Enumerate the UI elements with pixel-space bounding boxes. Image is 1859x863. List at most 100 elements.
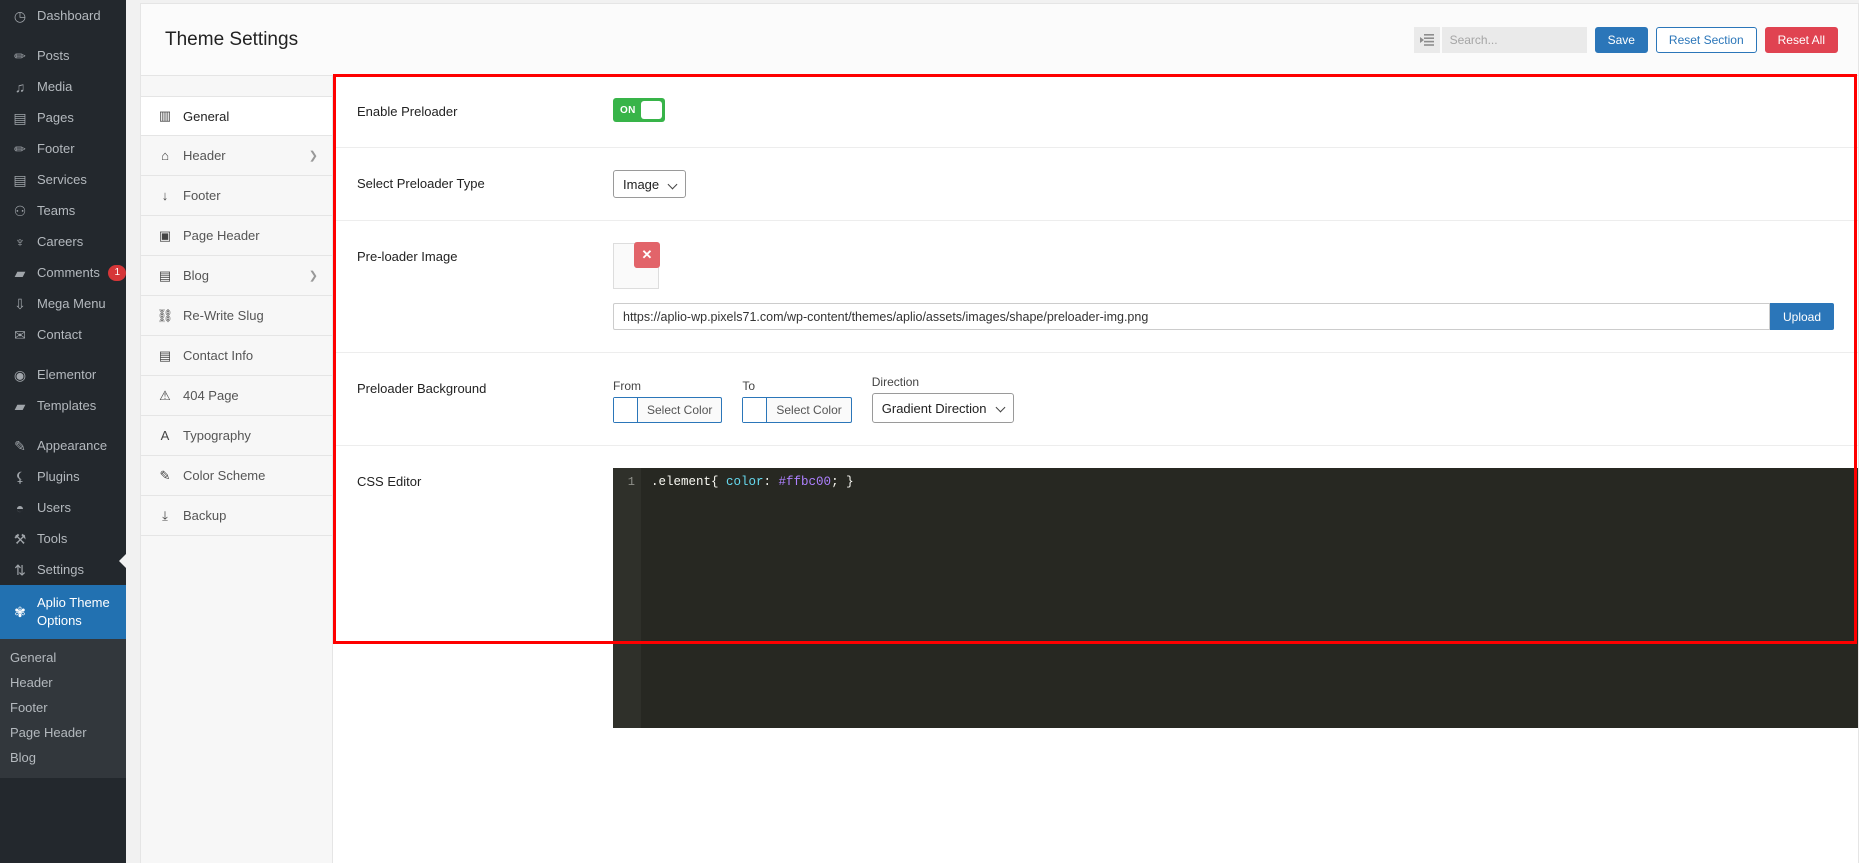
sidebar-item-label: Plugins: [37, 469, 80, 484]
sidebar-item-posts[interactable]: ✏ Posts: [0, 40, 126, 71]
preloader-image-thumbnail: ✕: [613, 242, 660, 289]
gradient-direction-group: Direction Gradient Direction: [871, 375, 1014, 423]
preloader-type-select[interactable]: Image: [613, 170, 687, 198]
theme-settings-panel: Theme Settings Save Reset Section: [140, 3, 1859, 863]
gradient-from-group: From Select Color: [613, 379, 723, 423]
pin-icon: ✏: [14, 140, 26, 157]
sidebar-item-label: Pages: [37, 110, 74, 125]
gradient-from-label: From: [613, 379, 641, 393]
sidebar-item-templates[interactable]: ▰ Templates: [0, 390, 126, 421]
tab-label: Typography: [183, 428, 251, 443]
search-input[interactable]: [1441, 26, 1587, 53]
sidebar-item-aplio-theme-options[interactable]: ✾ Aplio Theme Options: [0, 585, 126, 639]
sidebar-item-plugins[interactable]: ⚸ Plugins: [0, 461, 126, 492]
tab-footer[interactable]: ↓ Footer: [141, 176, 332, 216]
sidebar-item-label: Settings: [37, 562, 84, 577]
field-label: Select Preloader Type: [357, 176, 485, 191]
tab-page-header[interactable]: ▣ Page Header: [141, 216, 332, 256]
sidebar-item-label: Tools: [37, 531, 68, 546]
field-css-editor: CSS Editor 1 .element{ color: #ffbc00; }: [333, 446, 1858, 728]
gradient-direction-select[interactable]: Gradient Direction: [871, 393, 1014, 423]
tab-label: Footer: [183, 188, 221, 203]
reset-all-button[interactable]: Reset All: [1764, 26, 1838, 53]
tab-contact-info[interactable]: ▤ Contact Info: [141, 336, 332, 376]
sidebar-item-elementor[interactable]: ◉ Elementor: [0, 359, 126, 390]
plug-icon: ⚸: [14, 468, 26, 485]
sidebar-item-tools[interactable]: ⚒ Tools: [0, 523, 126, 554]
enable-preloader-toggle[interactable]: ON: [613, 98, 665, 122]
user-icon: ◓: [15, 499, 25, 516]
css-tail-token: ; }: [831, 475, 854, 489]
tab-backup[interactable]: ⤓ Backup: [141, 496, 332, 536]
sidebar-item-comments[interactable]: ▰ Comments 1: [0, 257, 126, 288]
submenu-item-general[interactable]: General: [0, 645, 126, 670]
list-icon: ▤: [13, 171, 27, 188]
sidebar-item-services[interactable]: ▤ Services: [0, 164, 126, 195]
tab-blog[interactable]: ▤ Blog ❯: [141, 256, 332, 296]
lightbulb-icon: ♆: [14, 233, 26, 250]
preloader-image-url-input[interactable]: [613, 303, 1770, 330]
preloader-image-url-row: Upload: [613, 303, 1834, 330]
field-label: Pre-loader Image: [357, 249, 458, 264]
css-selector-token: .element{: [651, 475, 727, 489]
field-label: Enable Preloader: [357, 104, 458, 119]
collapse-sidebar-icon[interactable]: [1413, 26, 1440, 53]
main-area: Theme Settings Save Reset Section: [126, 0, 1859, 863]
sidebar-item-users[interactable]: ◓ Users: [0, 492, 126, 523]
link-icon: ⛓: [156, 307, 174, 323]
gradient-from-color-picker[interactable]: Select Color: [613, 397, 723, 423]
sidebar-item-media[interactable]: ♫ Media: [0, 71, 126, 102]
sidebar-item-pages[interactable]: ▤ Pages: [0, 102, 126, 133]
tab-header[interactable]: ⌂ Header ❯: [141, 136, 332, 176]
css-code-editor[interactable]: 1 .element{ color: #ffbc00; }: [613, 468, 1858, 728]
field-control: 1 .element{ color: #ffbc00; }: [613, 468, 1858, 728]
remove-image-icon[interactable]: ✕: [634, 242, 660, 268]
document-icon: ▤: [158, 267, 172, 283]
comment-icon: ▰: [14, 264, 26, 281]
sidebar-item-teams[interactable]: ⚇ Teams: [0, 195, 126, 226]
toggle-state-label: ON: [620, 104, 636, 116]
submenu-item-header[interactable]: Header: [0, 670, 126, 695]
chevron-right-icon: ❯: [308, 150, 318, 162]
options-body: ▥ General ⌂ Header ❯ ↓ Footer ▣ Page Header ▤ Blog…: [141, 74, 1858, 863]
sidebar-item-settings[interactable]: ⇅ Settings: [0, 554, 126, 585]
editor-code-area[interactable]: .element{ color: #ffbc00; }: [641, 468, 1858, 728]
sidebar-item-footer[interactable]: ✏ Footer: [0, 133, 126, 164]
tab-label: Contact Info: [183, 348, 254, 363]
tab-re-write-slug[interactable]: ⛓ Re-Write Slug: [141, 296, 332, 336]
tab-label: Page Header: [183, 228, 260, 243]
sidebar-item-label: Services: [37, 172, 87, 187]
arrow-down-icon: ↓: [161, 188, 169, 203]
settings-fields: Enable Preloader ON Select Preloader Typ…: [333, 74, 1858, 863]
reset-section-button[interactable]: Reset Section: [1655, 26, 1757, 53]
dashboard-icon: ◷: [13, 7, 27, 24]
upload-button[interactable]: Upload: [1770, 303, 1834, 330]
sidebar-item-label: Teams: [37, 203, 76, 218]
submenu-item-blog[interactable]: Blog: [0, 745, 126, 770]
field-control: From Select Color To Select Color Direct…: [613, 375, 1838, 423]
sidebar-item-contact[interactable]: ✉ Contact: [0, 319, 126, 350]
sidebar-item-mega-menu[interactable]: ⇩ Mega Menu: [0, 288, 126, 319]
submenu-item-footer[interactable]: Footer: [0, 695, 126, 720]
tab-general[interactable]: ▥ General: [141, 96, 332, 136]
save-button[interactable]: Save: [1594, 26, 1648, 53]
home-icon: ⌂: [161, 148, 169, 163]
header-actions: Save Reset Section Reset All: [1413, 26, 1838, 53]
tab-color-scheme[interactable]: ✎ Color Scheme: [141, 456, 332, 496]
submenu-item-page-header[interactable]: Page Header: [0, 720, 126, 745]
sidebar-item-label: Posts: [37, 48, 70, 63]
sidebar-item-careers[interactable]: ♆ Careers: [0, 226, 126, 257]
sidebar-item-appearance[interactable]: ✎ Appearance: [0, 430, 126, 461]
warning-icon: ⚠: [159, 387, 171, 403]
gear-icon: ✾: [14, 604, 26, 620]
comments-count-badge: 1: [108, 264, 126, 281]
gradient-to-color-picker[interactable]: Select Color: [742, 397, 852, 423]
select-value: Image: [623, 176, 660, 192]
sidebar-item-dashboard[interactable]: ◷ Dashboard: [0, 0, 126, 31]
sidebar-item-label: Media: [37, 79, 73, 94]
pin-icon: ✏: [14, 47, 26, 64]
tab-404-page[interactable]: ⚠ 404 Page: [141, 376, 332, 416]
sliders-icon: ⇅: [14, 561, 26, 578]
editor-line-numbers: 1: [613, 468, 641, 728]
tab-typography[interactable]: A Typography: [141, 416, 332, 456]
